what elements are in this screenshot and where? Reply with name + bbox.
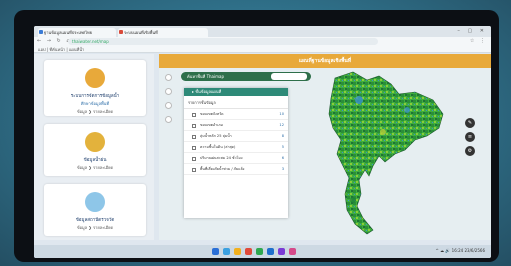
layer-count: 10: [279, 112, 284, 116]
layer-panel: ▸ ชั้นข้อมูลแผนที่ รายการชั้นข้อมูล ขอบเ…: [184, 88, 288, 218]
url-input[interactable]: thaiwater.net/map: [68, 38, 378, 45]
bookmarks-bar[interactable]: แอป | ที่คั่นหน้า | แผนที่น้ำ: [34, 46, 491, 53]
layer-count: 6: [281, 156, 284, 160]
layer-label: พื้นที่เสี่ยงภัยน้ำท่วม / ภัยแล้ง: [200, 167, 245, 171]
map-canvas[interactable]: ค้นหาพื้นที่ Thaimap ▸ ชั้นข้อมูลแผนที่ …: [159, 68, 491, 240]
app-icon[interactable]: [289, 248, 296, 255]
layer-label: ขอบเขตอำเภอ: [200, 123, 223, 127]
checkbox[interactable]: [192, 146, 196, 150]
search-icon[interactable]: [223, 248, 230, 255]
browser-icon[interactable]: [256, 248, 263, 255]
card-title: ข้อมูลน้ำฝน: [83, 158, 107, 163]
card-rainfall[interactable]: ข้อมูลน้ำฝน ข้อมูล ❯ รายละเอียด: [44, 124, 146, 176]
window-controls[interactable]: – ▢ ✕: [457, 28, 487, 34]
system-tray[interactable]: ^ ☁ 🔊 16:24 23/6/2566: [436, 248, 485, 253]
layer-label: ความชื้นในดิน (ล่าสุด): [200, 145, 236, 149]
folder-icon[interactable]: [234, 248, 241, 255]
layer-label: ลุ่มน้ำหลัก 25 ลุ่มน้ำ: [200, 134, 232, 138]
map-region: [355, 96, 363, 104]
app-icon[interactable]: [245, 248, 252, 255]
layer-count: 3: [281, 167, 284, 171]
laptop-frame: ฐานข้อมูลแผนที่ประเทศไทย ระบบแผนที่เชิงพ…: [14, 10, 499, 262]
map-region[interactable]: [328, 71, 444, 235]
checkbox[interactable]: [192, 157, 196, 161]
nav-buttons-icon[interactable]: ← → ↻ ⌂: [37, 38, 72, 44]
card-title: ข้อมูลสถานีตรวจวัด: [75, 218, 115, 223]
card-subtitle: ศึกษาข้อมูลพื้นที่: [80, 101, 110, 106]
card-title: ระบบการจัดการข้อมูลน้ำ: [70, 94, 120, 99]
card-water-management[interactable]: ระบบการจัดการข้อมูลน้ำ ศึกษาข้อมูลพื้นที…: [44, 60, 146, 116]
map-panel: แผนที่ฐานข้อมูลเชิงพื้นที่ ค้นหาพื้นที่ …: [159, 54, 491, 240]
start-icon[interactable]: [212, 248, 219, 255]
zoom-out-button[interactable]: [165, 88, 172, 95]
browser-menu-icon[interactable]: ☆ ⋮: [470, 38, 487, 44]
tab-title: ระบบแผนที่เชิงพื้นที่: [124, 30, 158, 35]
tab-favicon-icon: [119, 30, 123, 34]
browser-tab-bar: ฐานข้อมูลแผนที่ประเทศไทย ระบบแผนที่เชิงพ…: [34, 26, 491, 37]
layer-row[interactable]: ความชื้นในดิน (ล่าสุด) 5: [184, 142, 288, 153]
layer-count: 12: [279, 123, 284, 127]
menu-icon[interactable]: ≡: [465, 132, 475, 142]
layer-row[interactable]: ปริมาณฝนสะสม 24 ชั่วโมง 6: [184, 153, 288, 164]
map-region: [350, 197, 356, 203]
card-links[interactable]: ข้อมูล ❯ รายละเอียด: [44, 164, 146, 171]
thailand-map-icon[interactable]: [287, 70, 462, 238]
layer-row[interactable]: พื้นที่เสี่ยงภัยน้ำท่วม / ภัยแล้ง 3: [184, 164, 288, 175]
mail-icon[interactable]: [267, 248, 274, 255]
address-bar-row: ← → ↻ ⌂ thaiwater.net/map ☆ ⋮: [34, 37, 491, 46]
sidebar: ระบบการจัดการข้อมูลน้ำ ศึกษาข้อมูลพื้นที…: [34, 54, 154, 240]
search-label: ค้นหาพื้นที่ Thaimap: [187, 74, 224, 79]
zoom-in-button[interactable]: [165, 74, 172, 81]
layer-count: 5: [281, 145, 284, 149]
checkbox[interactable]: [192, 135, 196, 139]
rain-icon: [85, 132, 105, 152]
station-icon: [85, 192, 105, 212]
layer-label: ปริมาณฝนสะสม 24 ชั่วโมง: [200, 156, 243, 160]
checkbox[interactable]: [192, 113, 196, 117]
locate-button[interactable]: [165, 102, 172, 109]
mail-icon: [85, 68, 105, 88]
layer-panel-subheader: รายการชั้นข้อมูล: [184, 96, 288, 109]
app-icon[interactable]: [278, 248, 285, 255]
layer-count: 8: [281, 134, 284, 138]
edit-icon[interactable]: ✎: [465, 118, 475, 128]
settings-icon[interactable]: ⚙: [465, 146, 475, 156]
checkbox[interactable]: [192, 168, 196, 172]
browser-tab-1[interactable]: ฐานข้อมูลแผนที่ประเทศไทย: [38, 28, 116, 37]
layer-row[interactable]: ขอบเขตอำเภอ 12: [184, 120, 288, 131]
map-region: [380, 129, 386, 135]
tab-title: ฐานข้อมูลแผนที่ประเทศไทย: [44, 30, 93, 35]
screen: ฐานข้อมูลแผนที่ประเทศไทย ระบบแผนที่เชิงพ…: [34, 26, 491, 258]
map-title: แผนที่ฐานข้อมูลเชิงพื้นที่: [159, 54, 491, 68]
browser-tab-2[interactable]: ระบบแผนที่เชิงพื้นที่: [118, 28, 208, 37]
layer-label: ขอบเขตจังหวัด: [200, 112, 224, 116]
map-region: [404, 107, 410, 113]
card-links[interactable]: ข้อมูล ❯ รายละเอียด: [44, 108, 146, 115]
layer-panel-header[interactable]: ▸ ชั้นข้อมูลแผนที่: [184, 88, 288, 96]
layer-row[interactable]: ลุ่มน้ำหลัก 25 ลุ่มน้ำ 8: [184, 131, 288, 142]
taskbar: ^ ☁ 🔊 16:24 23/6/2566: [34, 245, 491, 258]
card-stations[interactable]: ข้อมูลสถานีตรวจวัด ข้อมูล ❯ รายละเอียด: [44, 184, 146, 236]
checkbox[interactable]: [192, 124, 196, 128]
card-links[interactable]: ข้อมูล ❯ รายละเอียด: [44, 224, 146, 231]
layers-toggle-button[interactable]: [165, 116, 172, 123]
tab-favicon-icon: [39, 30, 43, 34]
layer-row[interactable]: ขอบเขตจังหวัด 10: [184, 109, 288, 120]
